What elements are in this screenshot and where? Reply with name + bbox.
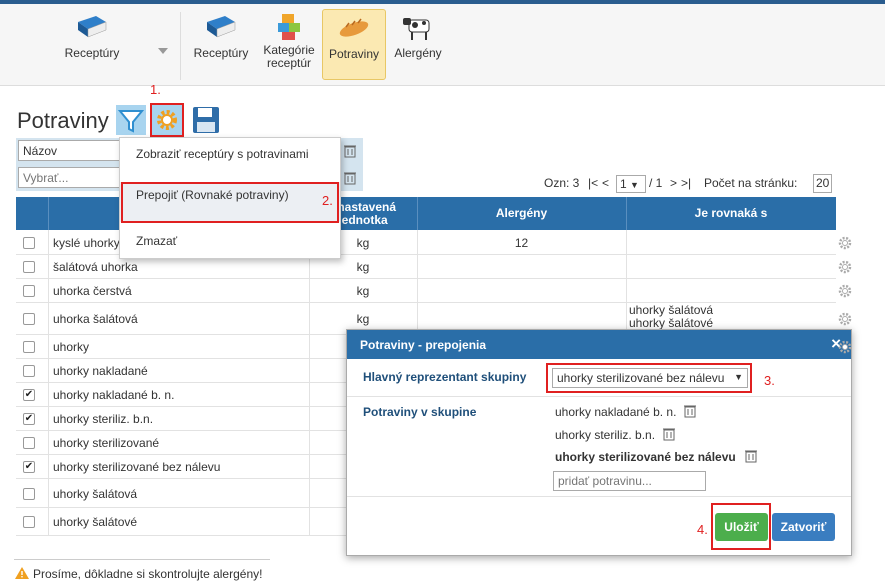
row-checkbox[interactable] — [23, 236, 35, 249]
boxes-icon — [278, 14, 300, 40]
column-header-same-as[interactable]: Je rovnaká s — [626, 197, 836, 230]
trash-icon[interactable] — [745, 449, 757, 463]
table-row[interactable]: uhorka čerstvá kg — [16, 279, 836, 303]
annotation-label-1: 1. — [150, 82, 161, 97]
row-allergens: 12 — [514, 235, 529, 250]
annotation-box-4 — [711, 503, 771, 550]
book-icon — [207, 16, 236, 38]
group-item: uhorky steriliz. b.n. — [555, 428, 656, 442]
row-unit: kg — [356, 260, 370, 274]
annotation-box-2 — [121, 182, 339, 223]
row-name: šalátová uhorka — [53, 260, 138, 274]
annotation-label-4: 4. — [697, 522, 708, 537]
dialog-title: Potraviny - prepojenia — [360, 338, 487, 352]
row-checkbox[interactable]: ✔ — [23, 389, 35, 401]
annotation-box-3 — [546, 363, 752, 393]
row-name: kyslé uhorky — [53, 235, 120, 250]
toolbar-divider — [180, 12, 181, 80]
toolbar-item-alergeny[interactable]: Alergény — [390, 12, 446, 80]
filter-value-input[interactable] — [18, 167, 123, 188]
per-page-input[interactable]: 20 — [813, 174, 832, 193]
group-item-main: uhorky sterilizované bez nálevu — [555, 450, 736, 464]
row-checkbox[interactable] — [23, 285, 35, 297]
row-name: uhorka šalátová — [53, 312, 138, 326]
warning-icon — [15, 567, 29, 579]
group-label: Potraviny v skupine — [363, 405, 477, 419]
prev-page-link[interactable]: < — [602, 176, 609, 190]
row-gear-icon[interactable] — [838, 312, 852, 326]
annotation-label-2: 2. — [322, 193, 333, 208]
annotation-box-1 — [150, 103, 184, 137]
row-unit: kg — [356, 312, 370, 326]
selected-count: Ozn: 3 — [544, 176, 580, 190]
save-disk-icon[interactable] — [191, 105, 221, 135]
row-checkbox[interactable] — [23, 437, 35, 449]
per-page-label: Počet na stránku: — [704, 176, 798, 190]
toolbar-group-receptury[interactable]: Receptúry — [56, 12, 128, 80]
row-checkbox[interactable] — [23, 516, 35, 528]
row-unit: kg — [356, 284, 370, 298]
next-page-link[interactable]: > — [670, 176, 677, 190]
row-name: uhorky šalátové — [53, 515, 138, 529]
trash-icon[interactable] — [663, 427, 675, 441]
trash-icon[interactable] — [684, 404, 696, 418]
annotation-label-3: 3. — [764, 373, 775, 388]
row-name: uhorky nakladané — [53, 364, 148, 378]
row-checkbox[interactable]: ✔ — [23, 413, 35, 425]
row-gear-icon[interactable] — [838, 340, 852, 354]
row-checkbox[interactable] — [23, 341, 35, 353]
trash-icon[interactable] — [344, 144, 356, 158]
menu-item-show-recipes[interactable]: Zobraziť receptúry s potravinami — [120, 147, 340, 181]
row-name: uhorky sterilizované — [53, 436, 160, 450]
last-page-link[interactable]: >| — [681, 176, 691, 190]
trash-icon[interactable] — [344, 171, 356, 185]
row-checkbox[interactable]: ✔ — [23, 461, 35, 473]
main-representative-label: Hlavný reprezentant skupiny — [363, 370, 527, 384]
row-gear-icon[interactable] — [838, 236, 852, 250]
row-name: uhorky šalátová — [53, 486, 138, 501]
page-title: Potraviny — [17, 108, 109, 133]
filter-column-select[interactable]: Názov — [18, 140, 123, 161]
close-button[interactable]: Zatvoriť — [772, 513, 835, 541]
dialog-header: Potraviny - prepojenia × — [347, 330, 851, 359]
first-page-link[interactable]: |< — [588, 176, 598, 190]
filter-icon[interactable] — [116, 105, 146, 135]
toolbar: Receptúry Receptúry Kategórie receptúr P… — [0, 4, 885, 86]
group-item: uhorky nakladané b. n. — [555, 405, 677, 419]
book-icon — [78, 16, 107, 38]
row-name: uhorky nakladané b. n. — [53, 388, 175, 402]
row-name: uhorky sterilizované bez nálevu — [53, 460, 221, 474]
toolbar-item-receptury[interactable]: Receptúry — [190, 12, 252, 80]
row-checkbox[interactable] — [23, 365, 35, 377]
toolbar-item-kategorie[interactable]: Kategórie receptúr — [258, 12, 320, 80]
page-total: / 1 — [649, 176, 663, 190]
column-header-allergens[interactable]: Alergény — [417, 197, 626, 230]
row-gear-icon[interactable] — [838, 284, 852, 298]
row-name: uhorky — [53, 340, 90, 354]
bread-icon — [339, 18, 369, 37]
toolbar-item-potraviny[interactable]: Potraviny — [322, 9, 386, 80]
cow-icon — [403, 18, 430, 40]
row-gear-icon[interactable] — [838, 260, 852, 274]
chevron-down-icon[interactable] — [158, 48, 168, 54]
row-checkbox[interactable] — [23, 313, 35, 325]
page-select[interactable]: 1 ▼ — [616, 175, 646, 193]
warning-text: Prosíme, dôkladne si skontrolujte alergé… — [33, 567, 263, 581]
menu-item-delete[interactable]: Zmazať — [120, 234, 340, 252]
add-food-input[interactable] — [553, 471, 706, 491]
row-name: uhorka čerstvá — [53, 284, 132, 298]
row-checkbox[interactable] — [23, 487, 35, 500]
row-checkbox[interactable] — [23, 261, 35, 273]
row-name: uhorky steriliz. b.n. — [53, 412, 154, 426]
